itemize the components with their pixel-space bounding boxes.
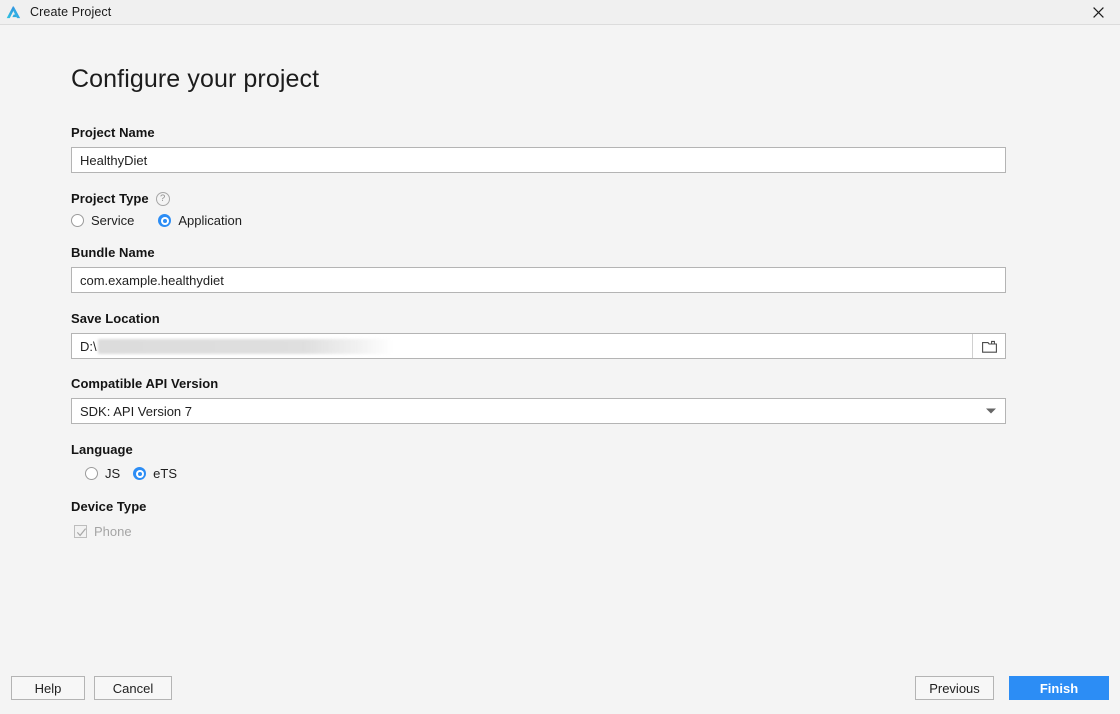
field-device-type: Device Type Phone [71,499,1120,539]
close-icon[interactable] [1076,0,1120,25]
help-button[interactable]: Help [11,676,85,700]
field-save-location: Save Location D:\ [71,311,1120,359]
dialog-content: Configure your project Project Name Proj… [0,25,1120,654]
dialog-footer: Help Cancel Previous Finish [0,654,1120,714]
field-api-version: Compatible API Version SDK: API Version … [71,376,1120,424]
chevron-down-icon[interactable] [986,408,996,414]
language-radio-group: JS eTS [71,466,1120,481]
bundle-name-label: Bundle Name [71,245,155,260]
cancel-button[interactable]: Cancel [94,676,172,700]
radio-unselected-icon [85,467,98,480]
field-project-name: Project Name [71,125,1120,173]
field-project-type: Project Type ? Service Application [71,191,1120,228]
checkmark-icon [76,528,87,537]
radio-label: eTS [153,466,178,481]
project-name-label: Project Name [71,125,155,140]
radio-language-ets[interactable]: eTS [133,466,177,481]
field-bundle-name: Bundle Name [71,245,1120,293]
window-title: Create Project [30,5,112,19]
project-name-input[interactable] [71,147,1006,173]
close-x-glyph [1092,7,1104,18]
save-location-label: Save Location [71,311,160,326]
radio-selected-icon [133,467,147,480]
project-type-label: Project Type [71,191,149,206]
radio-unselected-icon [71,214,84,227]
api-version-value: SDK: API Version 7 [80,403,193,419]
api-version-select[interactable]: SDK: API Version 7 [71,398,1006,424]
radio-language-js[interactable]: JS [85,466,120,481]
bundle-name-input[interactable] [71,267,1006,293]
window-titlebar: Create Project [0,0,1120,25]
project-type-radio-group: Service Application [71,213,1120,228]
folder-icon[interactable] [973,334,1005,358]
radio-project-type-application[interactable]: Application [158,213,242,228]
radio-project-type-service[interactable]: Service [71,213,134,228]
radio-label: Application [178,213,242,228]
checkbox-label: Phone [94,524,132,539]
finish-button[interactable]: Finish [1009,676,1109,700]
language-label: Language [71,442,133,457]
previous-button[interactable]: Previous [915,676,994,700]
harmony-logo-icon [6,5,21,18]
radio-label: Service [91,213,135,228]
redacted-path-region [97,338,393,354]
folder-glyph [981,340,997,353]
help-icon[interactable]: ? [155,191,170,206]
device-type-label: Device Type [71,499,147,514]
page-title: Configure your project [71,65,320,93]
field-language: Language JS eTS [71,442,1120,481]
api-version-label: Compatible API Version [71,376,219,391]
save-location-input[interactable]: D:\ [71,333,1006,359]
radio-selected-icon [158,214,172,227]
radio-label: JS [105,466,121,481]
device-type-checkbox-group: Phone [71,524,1120,539]
checkbox-phone [74,525,87,538]
save-location-value: D:\ [80,338,97,354]
